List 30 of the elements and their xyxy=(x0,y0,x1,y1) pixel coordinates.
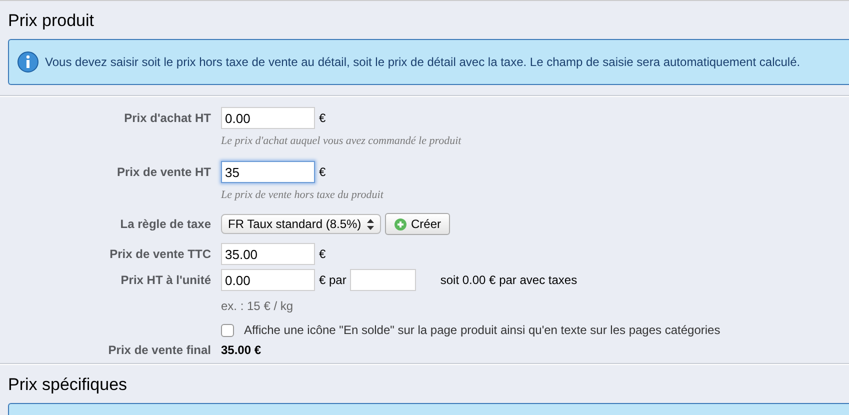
field-hint: Le prix de vente hors taxe du produit xyxy=(221,188,385,203)
price-input[interactable]: 35.00 xyxy=(221,243,315,265)
unit-label: € par xyxy=(319,273,346,287)
info-text: Vous devez saisir soit le prix hors taxe de vente au détail, soit le prix de détail avec la taxe. Le champ de saisie sera automatiquement calculé. xyxy=(45,55,800,69)
currency-label: € xyxy=(319,247,326,261)
price-input[interactable]: 35 xyxy=(221,161,315,183)
plus-icon xyxy=(394,218,407,230)
unit-price-input[interactable]: 0.00 xyxy=(221,269,315,291)
example-hint: ex. : 15 € / kg xyxy=(221,298,294,315)
create-button[interactable]: Créer xyxy=(385,213,450,235)
field-label: Prix d'achat HT xyxy=(123,111,211,125)
field-label: Prix HT à l'unité xyxy=(120,273,211,287)
final-price: 35.00 € xyxy=(221,343,262,357)
on-sale-checkbox[interactable] xyxy=(221,324,234,336)
price-input[interactable]: 0.00 xyxy=(221,107,315,129)
unit-input[interactable] xyxy=(350,269,416,291)
field-label: Prix de vente HT xyxy=(116,165,211,179)
info-icon xyxy=(17,51,39,73)
currency-label: € xyxy=(319,111,326,125)
currency-label: € xyxy=(319,165,326,179)
tax-note: soit 0.00 € par avec taxes xyxy=(440,273,578,287)
section-title: Prix produit xyxy=(8,10,95,32)
field-label: Prix de vente TTC xyxy=(108,247,211,261)
section-title: Prix spécifiques xyxy=(8,374,128,396)
tax-rule-select[interactable]: FR Taux standard (8.5%) xyxy=(221,214,381,234)
field-label: Prix de vente final xyxy=(107,343,211,357)
field-hint: Le prix d'achat auquel vous avez commandé le produit xyxy=(221,134,462,149)
field-label: La règle de taxe xyxy=(119,217,211,231)
select-arrows-icon xyxy=(367,218,374,230)
checkbox-label: Affiche une icône "En solde" sur la page produit ainsi qu'en texte sur les pages catégories xyxy=(244,323,720,337)
